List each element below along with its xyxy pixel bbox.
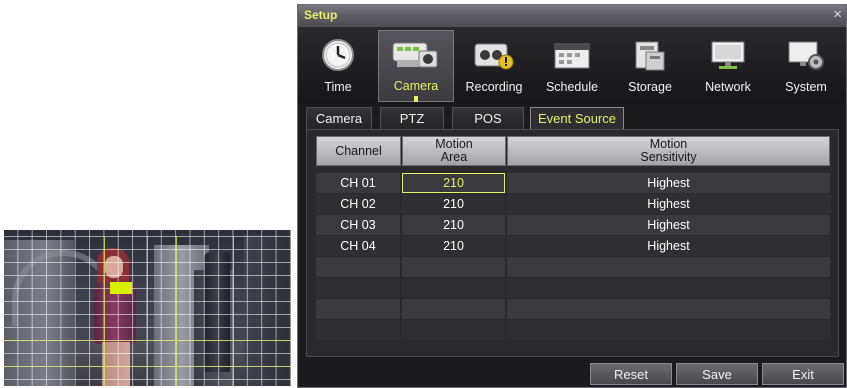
column-header-channel: Channel [316,136,401,166]
tab-camera[interactable]: Camera [378,30,454,102]
calendar-icon [552,38,592,77]
channel-cell: CH 03 [316,215,400,235]
event-source-panel: Channel Motion Area Motion Sensitivity C… [306,129,839,357]
camera-icon [391,39,441,78]
clock-icon [321,38,355,77]
save-button[interactable]: Save [676,363,758,385]
reset-button[interactable]: Reset [590,363,672,385]
channel-cell: CH 01 [316,173,400,193]
tab-label: Recording [465,80,523,94]
title-bar: Setup × [298,5,846,28]
tab-label: System [785,80,827,94]
active-tab-indicator [414,96,418,102]
subtab-ptz[interactable]: PTZ [380,107,444,129]
category-tabs: Time Camera Recording Schedule Storage N… [298,28,846,104]
empty-table-row [316,320,830,340]
motion-grid-cursor[interactable] [110,282,132,294]
table-row[interactable]: CH 04 210 Highest [316,236,830,256]
column-header-motion-area: Motion Area [402,136,506,166]
tab-recording[interactable]: Recording [456,30,532,102]
motion-grid-highlight-line [233,236,234,386]
tab-schedule[interactable]: Schedule [534,30,610,102]
sensitivity-cell[interactable]: Highest [507,173,830,193]
empty-table-row [316,299,830,319]
channel-cell: CH 04 [316,236,400,256]
table-header: Channel Motion Area Motion Sensitivity [316,136,830,166]
table-row[interactable]: CH 03 210 Highest [316,215,830,235]
subtab-event-source[interactable]: Event Source [530,107,624,129]
subtab-pos[interactable]: POS [452,107,524,129]
button-bar: Reset Save Exit [298,359,846,387]
empty-table-row [316,257,830,277]
camera-preview-motion-grid[interactable] [4,230,291,386]
tab-storage[interactable]: Storage [612,30,688,102]
setup-dialog: Setup × Time Camera Recording Schedule S… [297,4,847,388]
sensitivity-cell[interactable]: Highest [507,194,830,214]
tab-network[interactable]: Network [690,30,766,102]
storage-icon [632,38,668,77]
motion-grid-highlight-line [147,236,148,386]
tab-label: Camera [393,79,439,93]
close-icon[interactable]: × [833,6,842,23]
tab-system[interactable]: System [768,30,844,102]
sub-tabs: Camera PTZ POS Event Source [306,107,846,129]
empty-table-row [316,278,830,298]
tab-time[interactable]: Time [300,30,376,102]
window-title: Setup [304,8,338,22]
tab-label: Network [705,80,751,94]
subtab-camera[interactable]: Camera [306,107,372,129]
motion-area-cell[interactable]: 210 [402,215,505,235]
system-gear-icon [786,38,826,77]
channel-cell: CH 02 [316,194,400,214]
motion-area-cell[interactable]: 210 [402,236,505,256]
motion-grid-highlight-line [4,366,291,367]
motion-area-cell[interactable]: 210 [402,194,505,214]
motion-grid-highlight-line [4,340,291,341]
exit-button[interactable]: Exit [762,363,844,385]
recorder-icon [472,38,516,77]
tab-label: Storage [628,80,672,94]
sensitivity-cell[interactable]: Highest [507,215,830,235]
tab-label: Time [324,80,352,94]
tab-label: Schedule [545,80,599,94]
motion-grid-highlight-line [176,236,177,386]
table-row[interactable]: CH 02 210 Highest [316,194,830,214]
monitor-icon [708,38,748,77]
table-row[interactable]: CH 01 210 Highest [316,173,830,193]
motion-grid-highlight-line [104,236,105,386]
column-header-motion-sensitivity: Motion Sensitivity [507,136,830,166]
sensitivity-cell[interactable]: Highest [507,236,830,256]
motion-area-cell[interactable]: 210 [402,173,505,193]
